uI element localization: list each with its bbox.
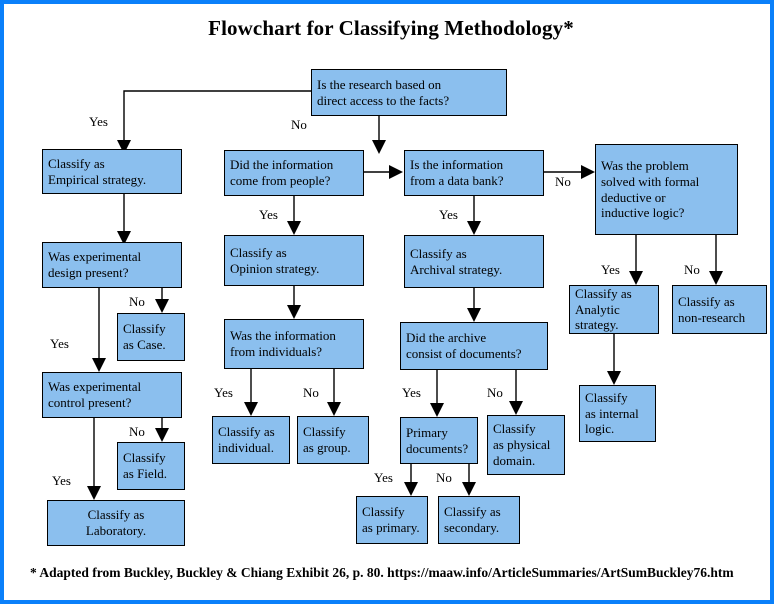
- node-group[interactable]: Classify as group.: [297, 416, 369, 464]
- edge-label-root-no: No: [291, 117, 307, 132]
- edge-label-expdesign-no: No: [129, 294, 145, 309]
- node-physical[interactable]: Classify as physical domain.: [487, 415, 565, 475]
- edge-label-expcontrol-no: No: [129, 424, 145, 439]
- edge-label-problem-no: No: [684, 262, 700, 277]
- edge-label-primarydocs-yes: Yes: [374, 470, 393, 485]
- node-expdesign[interactable]: Was experimental design present?: [42, 242, 182, 288]
- edge-label-root-yes: Yes: [89, 114, 108, 129]
- diagram-frame: Flowchart for Classifying Methodology* I…: [0, 0, 774, 604]
- page-title: Flowchart for Classifying Methodology*: [208, 16, 574, 40]
- node-archival[interactable]: Classify as Archival strategy.: [404, 235, 544, 288]
- node-laboratory[interactable]: Classify as Laboratory.: [47, 500, 185, 546]
- flowchart-canvas: Flowchart for Classifying Methodology* I…: [4, 4, 774, 608]
- node-problem[interactable]: Was the problem solved with formal deduc…: [595, 144, 738, 235]
- node-primarydocs[interactable]: Primary documents?: [400, 417, 478, 464]
- edge-label-archive-no: No: [487, 385, 503, 400]
- edge-label-individuals-yes: Yes: [214, 385, 233, 400]
- node-case[interactable]: Classify as Case.: [117, 313, 185, 361]
- node-expcontrol[interactable]: Was experimental control present?: [42, 372, 182, 418]
- node-analytic[interactable]: Classify as Analytic strategy.: [569, 285, 659, 334]
- node-databank[interactable]: Is the information from a data bank?: [404, 150, 544, 196]
- edge-label-databank-no: No: [555, 174, 571, 189]
- edge-label-problem-yes: Yes: [601, 262, 620, 277]
- node-root[interactable]: Is the research based on direct access t…: [311, 69, 507, 116]
- node-nonresearch[interactable]: Classify as non-research: [672, 285, 767, 334]
- node-internal[interactable]: Classify as internal logic.: [579, 385, 656, 442]
- edge-label-databank-yes: Yes: [439, 207, 458, 222]
- edge-label-archive-yes: Yes: [402, 385, 421, 400]
- node-opinion[interactable]: Classify as Opinion strategy.: [224, 235, 364, 286]
- edge-label-people-yes: Yes: [259, 207, 278, 222]
- edge-label-expcontrol-yes: Yes: [52, 473, 71, 488]
- node-archive[interactable]: Did the archive consist of documents?: [400, 322, 548, 370]
- footer-note: * Adapted from Buckley, Buckley & Chiang…: [30, 565, 734, 580]
- node-individuals[interactable]: Was the information from individuals?: [224, 319, 364, 369]
- edge-label-expdesign-yes: Yes: [50, 336, 69, 351]
- edge-label-primarydocs-no: No: [436, 470, 452, 485]
- node-people[interactable]: Did the information come from people?: [224, 150, 364, 196]
- node-individual[interactable]: Classify as individual.: [212, 416, 290, 464]
- node-field[interactable]: Classify as Field.: [117, 442, 185, 490]
- node-secondary[interactable]: Classify as secondary.: [438, 496, 520, 544]
- node-empirical[interactable]: Classify as Empirical strategy.: [42, 149, 182, 194]
- node-primary[interactable]: Classify as primary.: [356, 496, 428, 544]
- edge-label-individuals-no: No: [303, 385, 319, 400]
